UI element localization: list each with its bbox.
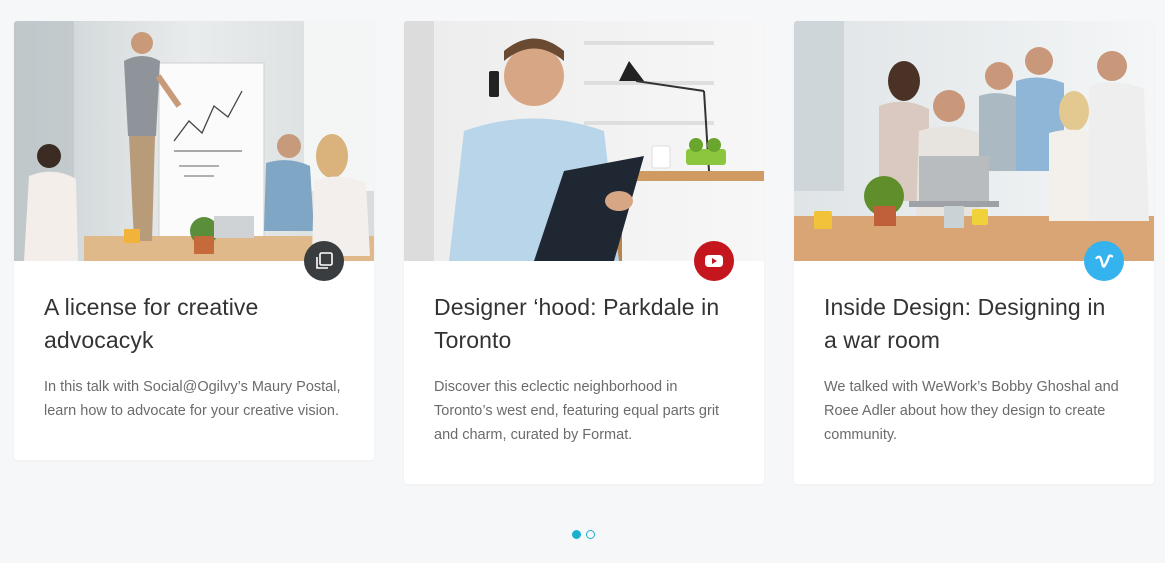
post-thumbnail[interactable] <box>404 21 764 261</box>
vimeo-icon <box>1095 254 1114 268</box>
gallery-badge[interactable] <box>304 241 344 281</box>
post-description: We talked with WeWork’s Bobby Ghoshal an… <box>824 379 1119 443</box>
gallery-icon <box>316 252 333 269</box>
carousel-pagination <box>572 530 595 539</box>
post-thumbnail[interactable] <box>14 21 374 261</box>
team-around-laptop-photo <box>794 21 1154 261</box>
pagination-dot-1[interactable] <box>572 530 581 539</box>
post-body: A license for creative advocacyk In this… <box>14 261 374 423</box>
pagination-dot-2[interactable] <box>586 530 595 539</box>
post-card[interactable]: Designer ‘hood: Parkdale in Toronto Disc… <box>404 21 764 484</box>
team-meeting-whiteboard-photo <box>14 21 374 261</box>
youtube-play-icon <box>705 255 723 267</box>
post-title[interactable]: Designer ‘hood: Parkdale in Toronto <box>434 291 734 357</box>
post-thumbnail[interactable] <box>794 21 1154 261</box>
post-body: Inside Design: Designing in a war room W… <box>794 261 1154 447</box>
man-on-phone-with-clipboard-photo <box>404 21 764 261</box>
blog-carousel: A license for creative advocacyk In this… <box>0 0 1165 563</box>
post-title[interactable]: A license for creative advocacyk <box>44 291 344 357</box>
post-card[interactable]: Inside Design: Designing in a war room W… <box>794 21 1154 484</box>
post-description: In this talk with Social@Ogilvy’s Maury … <box>44 379 341 419</box>
youtube-badge[interactable] <box>694 241 734 281</box>
vimeo-badge[interactable] <box>1084 241 1124 281</box>
post-body: Designer ‘hood: Parkdale in Toronto Disc… <box>404 261 764 447</box>
post-title[interactable]: Inside Design: Designing in a war room <box>824 291 1124 357</box>
post-card[interactable]: A license for creative advocacyk In this… <box>14 21 374 460</box>
post-description: Discover this eclectic neighborhood in T… <box>434 379 720 443</box>
